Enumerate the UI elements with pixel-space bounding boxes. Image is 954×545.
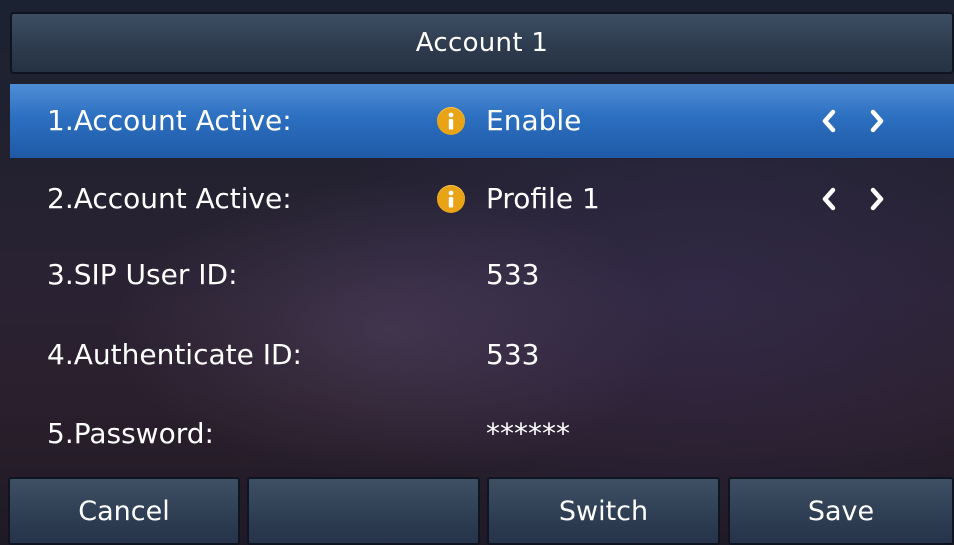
phone-screen: Account 1 1.Account Active: Enable 2.Acc… (0, 0, 954, 545)
setting-row-account-profile[interactable]: 2.Account Active: Profile 1 (10, 162, 954, 236)
page-title: Account 1 (415, 28, 549, 58)
cancel-button[interactable]: Cancel (8, 477, 240, 545)
row-label: 3.SIP User ID: (47, 258, 238, 291)
info-icon[interactable] (437, 185, 465, 213)
switch-button[interactable]: Switch (487, 477, 720, 545)
row-label: 1.Account Active: (47, 104, 292, 137)
save-button[interactable]: Save (728, 477, 954, 545)
row-label: 2.Account Active: (47, 182, 292, 215)
chevron-right-icon[interactable] (866, 106, 888, 136)
row-value: 533 (486, 258, 540, 291)
chevron-right-icon[interactable] (866, 184, 888, 214)
setting-row-account-active[interactable]: 1.Account Active: Enable (10, 84, 954, 158)
row-value: 533 (486, 338, 540, 371)
title-bar: Account 1 (10, 12, 954, 74)
empty-softkey[interactable] (247, 477, 480, 545)
setting-row-sip-user-id[interactable]: 3.SIP User ID: 533 (10, 238, 954, 312)
row-label: 5.Password: (47, 417, 214, 450)
setting-row-authenticate-id[interactable]: 4.Authenticate ID: 533 (10, 318, 954, 392)
row-value: Profile 1 (486, 182, 600, 215)
row-value: Enable (486, 104, 582, 137)
row-label: 4.Authenticate ID: (47, 338, 302, 371)
row-value: ****** (486, 417, 570, 450)
setting-row-password[interactable]: 5.Password: ****** (10, 397, 954, 471)
info-icon[interactable] (437, 107, 465, 135)
chevron-left-icon[interactable] (818, 106, 840, 136)
softkey-bar: Cancel Switch Save (0, 477, 954, 545)
chevron-left-icon[interactable] (818, 184, 840, 214)
